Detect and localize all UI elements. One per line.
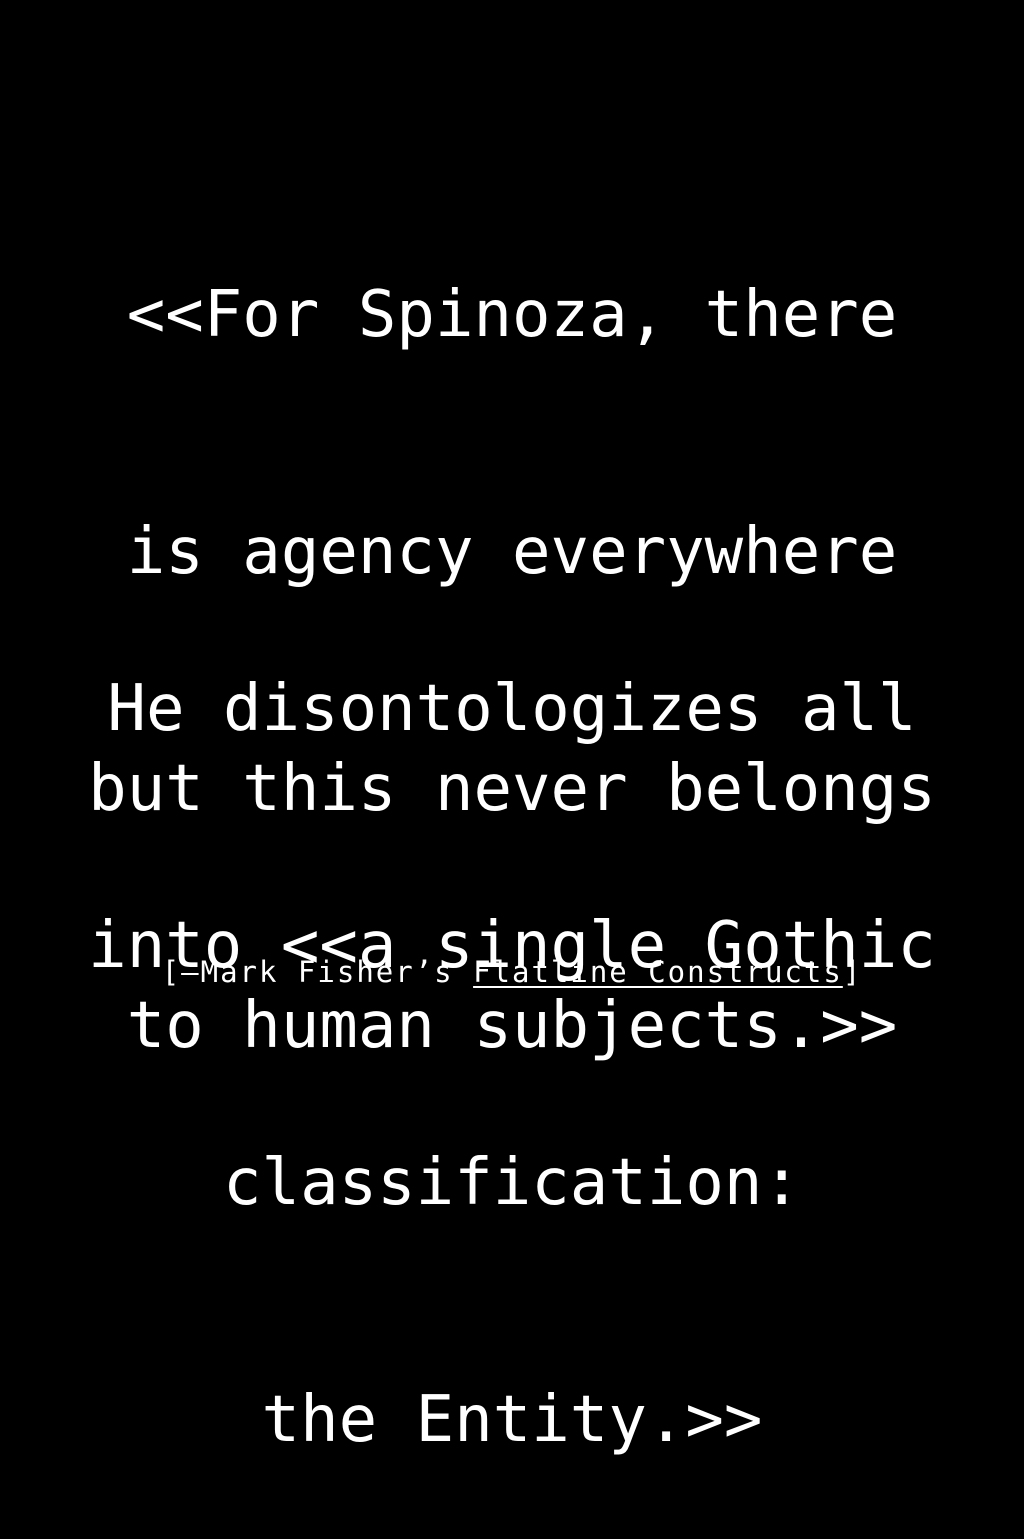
quote-line: classification: bbox=[223, 1146, 801, 1220]
attribution-suffix: ] bbox=[842, 955, 863, 989]
quote-line: the Entity.>> bbox=[261, 1383, 763, 1457]
quote-line: He disontologizes all bbox=[107, 672, 917, 746]
attribution-prefix: [—Mark Fisher’s bbox=[161, 955, 474, 989]
quote-line: <<For Spinoza, there bbox=[126, 278, 898, 352]
quote-paragraph-2: He disontologizes all into <<a single Go… bbox=[0, 512, 1024, 1539]
source-title: Flatline Constructs bbox=[473, 955, 843, 989]
attribution: [—Mark Fisher’s Flatline Constructs] bbox=[0, 950, 1024, 994]
